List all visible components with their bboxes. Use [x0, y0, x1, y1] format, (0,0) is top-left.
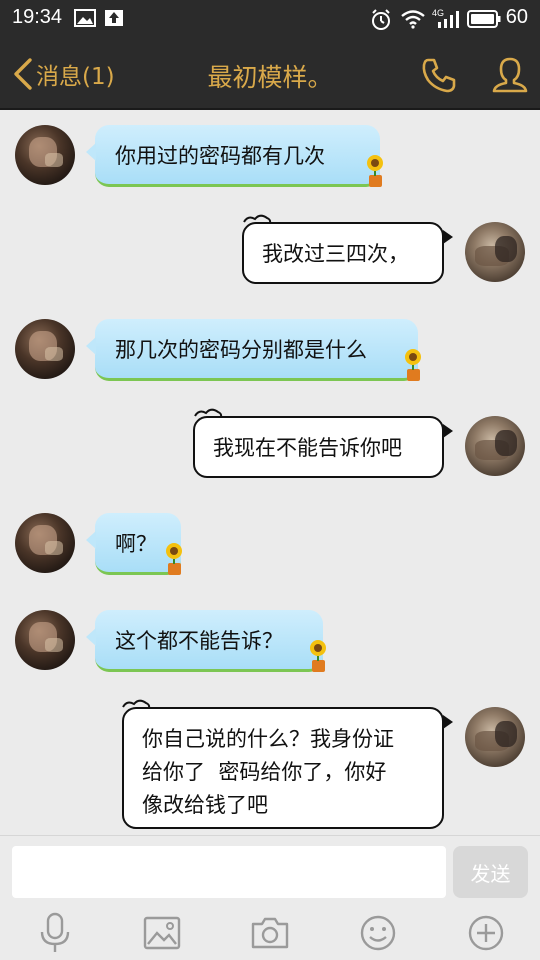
chat-header: 消息(1) 最初模样。	[0, 38, 540, 110]
plus-icon[interactable]	[467, 914, 505, 952]
message-text-line: 你自己说的什么？我身份证	[142, 727, 394, 751]
message-text: 我改过三四次，	[262, 242, 409, 266]
message-input[interactable]	[12, 846, 446, 898]
message-text: 你用过的密码都有几次	[115, 143, 325, 168]
back-button[interactable]: 消息(1)	[12, 56, 115, 92]
sunflower-icon	[166, 543, 182, 575]
microphone-icon[interactable]	[38, 912, 72, 954]
contact-avatar[interactable]	[15, 125, 75, 185]
signal-icon	[438, 11, 459, 28]
battery-icon	[467, 10, 501, 28]
incoming-bubble[interactable]: 那几次的密码分别都是什么	[86, 319, 418, 381]
image-icon[interactable]	[143, 916, 181, 950]
phone-call-icon[interactable]	[420, 56, 458, 94]
message-text-line: 像改给钱了吧	[142, 793, 268, 817]
message-text: 那几次的密码分别都是什么	[115, 337, 367, 362]
message-text-line: 给你了 密码给你了，你好	[142, 760, 387, 784]
emoji-icon[interactable]	[359, 914, 397, 952]
incoming-bubble[interactable]: 这个都不能告诉？	[86, 610, 323, 672]
contact-profile-icon[interactable]	[492, 56, 528, 94]
sunflower-icon	[367, 155, 383, 187]
contact-avatar[interactable]	[15, 319, 75, 379]
camera-icon[interactable]	[250, 916, 290, 950]
composer: 发送	[0, 835, 540, 960]
status-time: 19:34	[12, 6, 63, 28]
message-text: 啊？	[115, 531, 157, 556]
message-text: 我现在不能告诉你吧	[213, 436, 402, 460]
chevron-left-icon	[14, 58, 32, 90]
alarm-icon	[372, 9, 390, 30]
gallery-notification-icon	[74, 9, 96, 27]
my-avatar[interactable]	[465, 416, 525, 476]
sunflower-icon	[310, 640, 326, 672]
outgoing-bubble[interactable]: 我改过三四次，	[242, 222, 453, 284]
incoming-bubble[interactable]: 你用过的密码都有几次	[86, 125, 380, 187]
message-list[interactable]: 你用过的密码都有几次 我改过三四次， 那几次的密码分别都是什么 我现在不能告诉你…	[0, 110, 540, 835]
battery-level: 60	[505, 6, 528, 28]
my-avatar[interactable]	[465, 222, 525, 282]
wifi-icon	[401, 10, 425, 29]
contact-avatar[interactable]	[15, 610, 75, 670]
contact-avatar[interactable]	[15, 513, 75, 573]
outgoing-bubble[interactable]: 我现在不能告诉你吧	[193, 416, 453, 478]
message-text: 这个都不能告诉？	[115, 628, 283, 653]
back-label: 消息(1)	[36, 64, 115, 90]
my-avatar[interactable]	[465, 707, 525, 767]
outgoing-bubble[interactable]: 你自己说的什么？我身份证 给你了 密码给你了，你好 像改给钱了吧	[122, 707, 453, 829]
status-bar: 19:34 4G 60	[0, 0, 540, 38]
sunflower-icon	[405, 349, 421, 381]
send-button[interactable]: 发送	[453, 846, 528, 898]
upload-notification-icon	[105, 10, 123, 26]
